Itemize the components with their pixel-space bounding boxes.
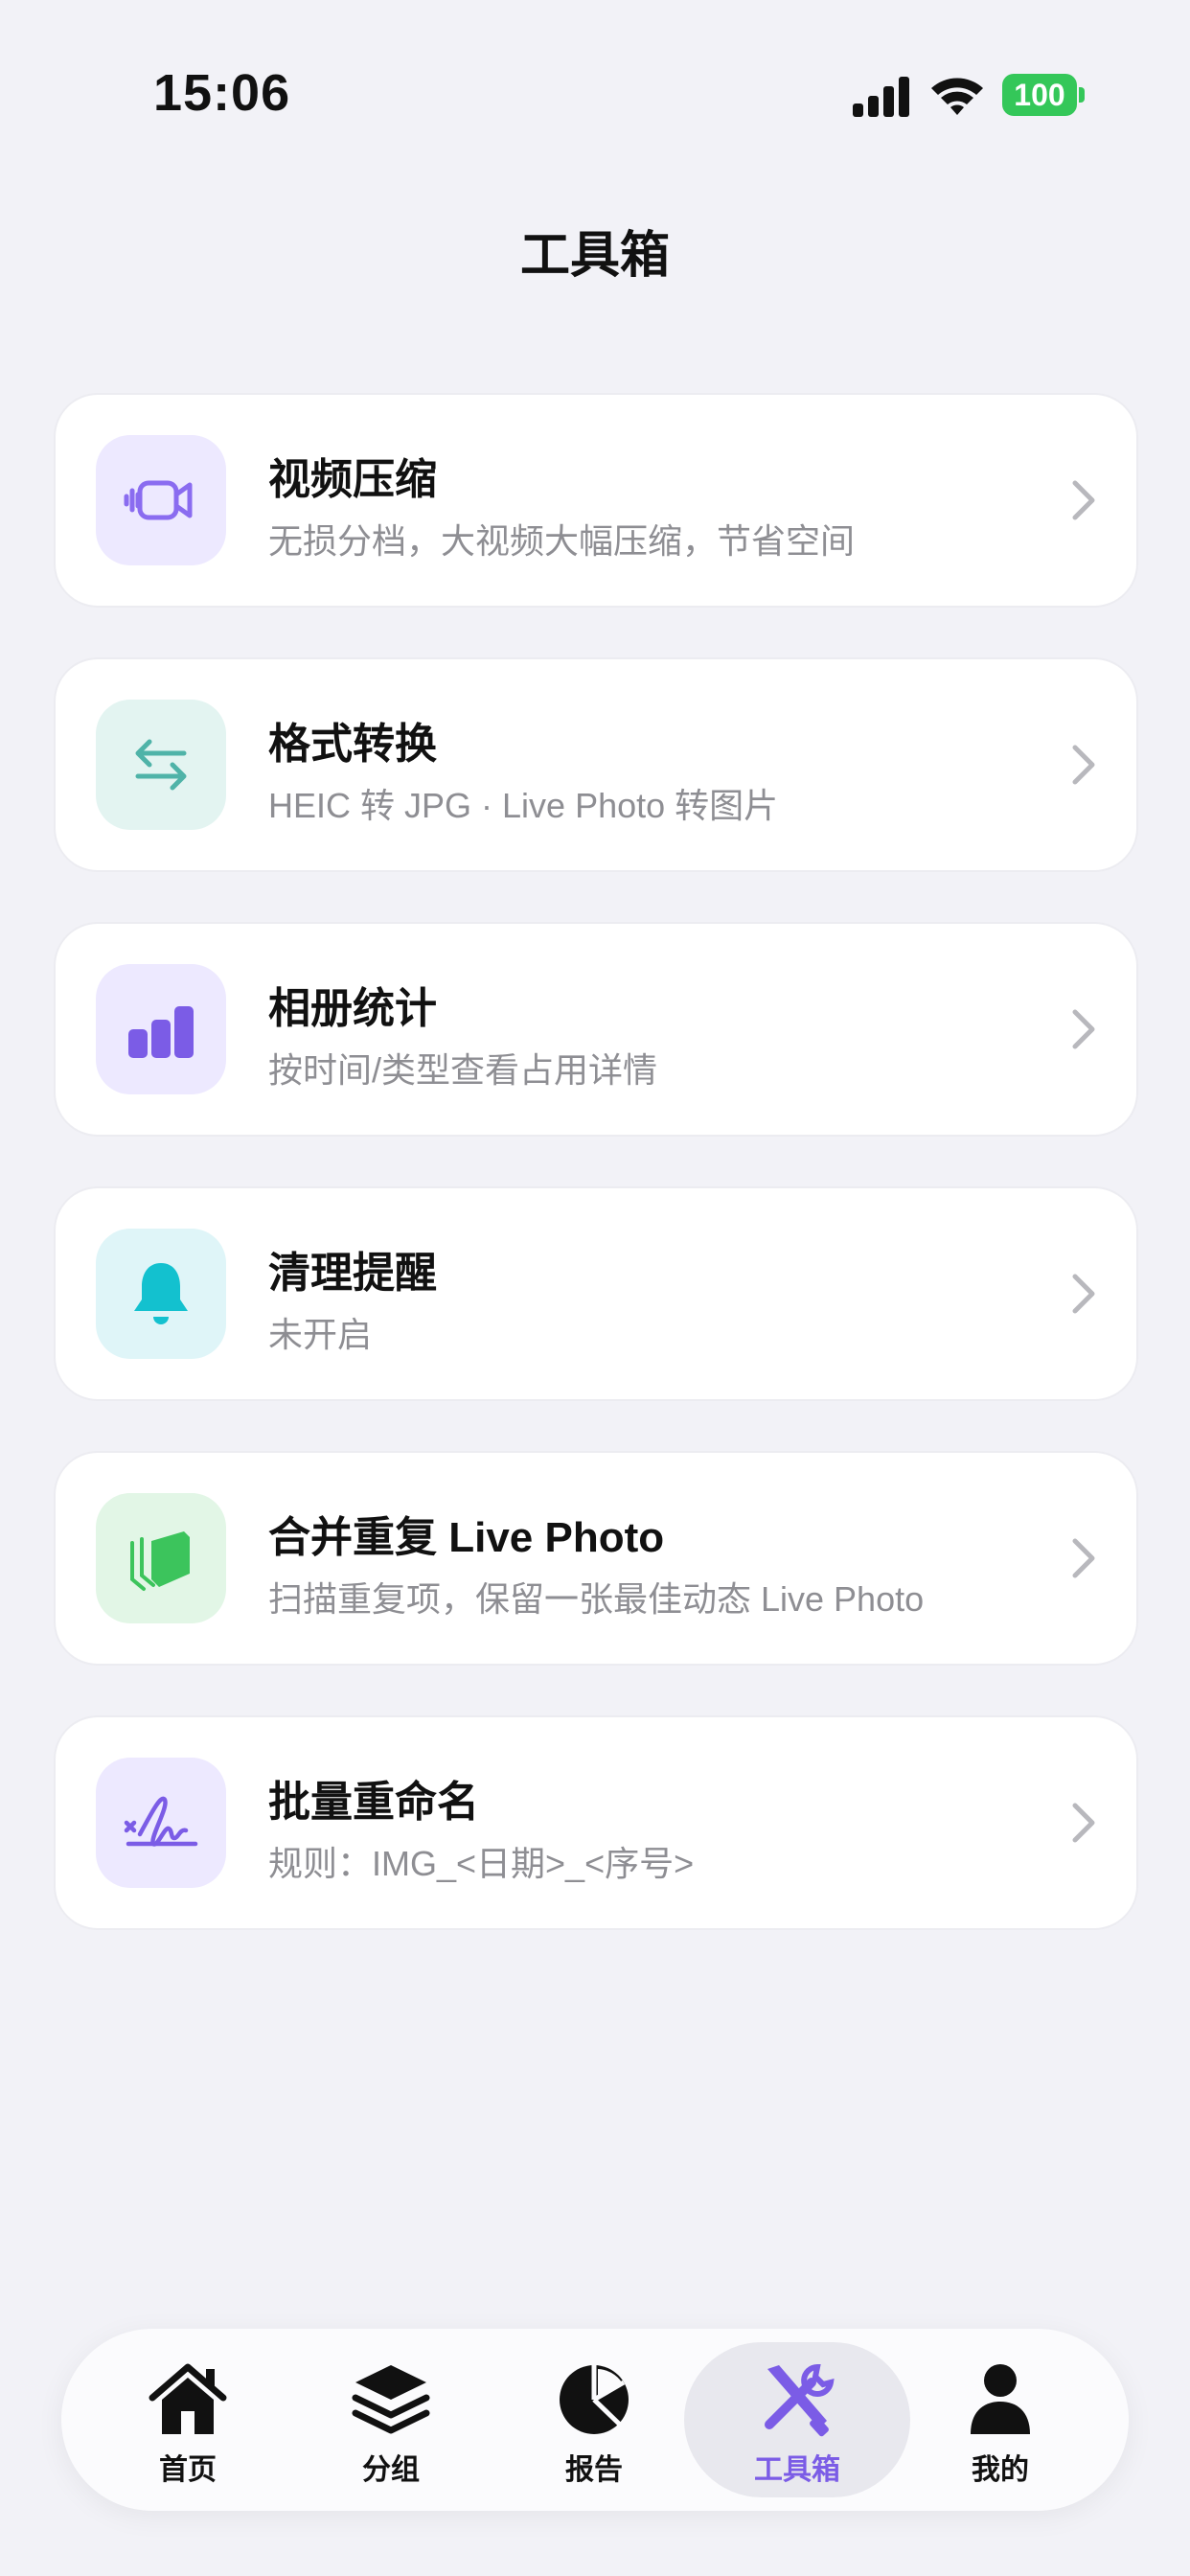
tab-mine[interactable]: 我的 bbox=[887, 2342, 1113, 2497]
video-camera-icon bbox=[96, 435, 226, 565]
status-time: 15:06 bbox=[153, 64, 291, 122]
tool-card-merge-live-photo[interactable]: 合并重复 Live Photo 扫描重复项，保留一张最佳动态 Live Phot… bbox=[56, 1453, 1136, 1664]
bar-chart-icon bbox=[96, 964, 226, 1094]
tool-card-clean-reminder[interactable]: 清理提醒 未开启 bbox=[56, 1188, 1136, 1399]
tab-label: 首页 bbox=[159, 2454, 217, 2486]
status-bar: 15:06 100 bbox=[0, 0, 1190, 192]
tool-subtitle: 按时间/类型查看占用详情 bbox=[268, 1050, 658, 1090]
tab-label: 工具箱 bbox=[754, 2454, 840, 2486]
tab-toolbox[interactable]: 工具箱 bbox=[684, 2342, 910, 2497]
tool-card-album-stats[interactable]: 相册统计 按时间/类型查看占用详情 bbox=[56, 924, 1136, 1135]
arrows-swap-icon bbox=[96, 700, 226, 830]
tab-bar: 首页 分组 报告 工具箱 我的 bbox=[61, 2329, 1129, 2511]
tab-report[interactable]: 报告 bbox=[481, 2342, 707, 2497]
tools-icon bbox=[765, 2363, 835, 2437]
wifi-icon bbox=[931, 78, 983, 115]
tool-card-batch-rename[interactable]: 批量重命名 规则：IMG_<日期>_<序号> bbox=[56, 1717, 1136, 1928]
tool-title: 视频压缩 bbox=[268, 456, 437, 503]
signature-icon bbox=[96, 1758, 226, 1888]
tool-card-video-compress[interactable]: 视频压缩 无损分档，大视频大幅压缩，节省空间 bbox=[56, 395, 1136, 606]
chevron-right-icon bbox=[1072, 1538, 1095, 1578]
tab-groups[interactable]: 分组 bbox=[278, 2342, 504, 2497]
battery-level: 100 bbox=[1002, 74, 1077, 116]
page-title: 工具箱 bbox=[519, 228, 670, 284]
bell-icon bbox=[96, 1229, 226, 1359]
tab-label: 分组 bbox=[362, 2454, 420, 2486]
cellular-signal-icon bbox=[853, 77, 909, 117]
tool-subtitle: HEIC 转 JPG · Live Photo 转图片 bbox=[268, 786, 779, 825]
tab-label: 我的 bbox=[972, 2454, 1029, 2486]
tool-subtitle: 扫描重复项，保留一张最佳动态 Live Photo bbox=[268, 1579, 925, 1619]
tool-title: 相册统计 bbox=[268, 985, 437, 1032]
tool-list: 视频压缩 无损分档，大视频大幅压缩，节省空间 格式转换 HEIC 转 JPG ·… bbox=[56, 395, 1136, 1982]
tab-home[interactable]: 首页 bbox=[75, 2342, 301, 2497]
chevron-right-icon bbox=[1072, 1274, 1095, 1314]
house-icon bbox=[149, 2363, 227, 2434]
layers-icon bbox=[352, 2365, 430, 2434]
tool-title: 清理提醒 bbox=[268, 1250, 437, 1297]
chevron-right-icon bbox=[1072, 1803, 1095, 1843]
stacked-cards-icon bbox=[96, 1493, 226, 1623]
tool-subtitle: 规则：IMG_<日期>_<序号> bbox=[268, 1844, 695, 1883]
chevron-right-icon bbox=[1072, 480, 1095, 520]
tab-label: 报告 bbox=[565, 2454, 623, 2486]
tool-subtitle: 无损分档，大视频大幅压缩，节省空间 bbox=[268, 521, 856, 561]
pie-chart-icon bbox=[560, 2365, 629, 2434]
tool-title: 批量重命名 bbox=[268, 1779, 479, 1826]
tool-subtitle: 未开启 bbox=[268, 1315, 373, 1354]
chevron-right-icon bbox=[1072, 745, 1095, 785]
tool-title: 合并重复 Live Photo bbox=[268, 1514, 665, 1561]
tool-title: 格式转换 bbox=[268, 721, 437, 768]
person-icon bbox=[971, 2364, 1030, 2434]
battery-icon: 100 bbox=[1002, 74, 1085, 116]
tool-card-format-convert[interactable]: 格式转换 HEIC 转 JPG · Live Photo 转图片 bbox=[56, 659, 1136, 870]
chevron-right-icon bbox=[1072, 1009, 1095, 1049]
